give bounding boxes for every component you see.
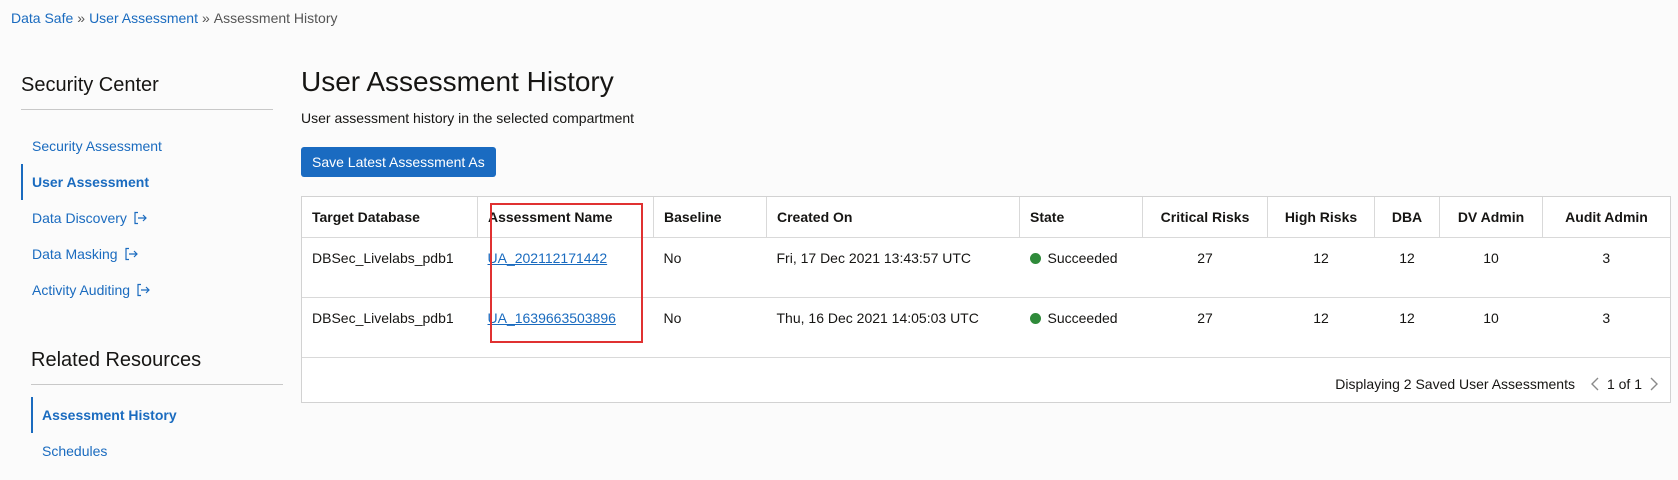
column-header-target-database[interactable]: Target Database xyxy=(302,197,478,238)
cell-dv-admin: 10 xyxy=(1439,237,1543,298)
state-label: Succeeded xyxy=(1047,250,1118,266)
cell-state: Succeeded xyxy=(1019,237,1143,298)
cell-dba: 12 xyxy=(1374,297,1440,358)
sidebar-item-security-assessment[interactable]: Security Assessment xyxy=(21,128,285,164)
column-header-assessment-name[interactable]: Assessment Name xyxy=(477,197,654,238)
breadcrumb-data-safe[interactable]: Data Safe xyxy=(11,10,73,26)
page-indicator: 1 of 1 xyxy=(1606,376,1642,392)
column-header-baseline[interactable]: Baseline xyxy=(653,197,767,238)
assessment-name-link[interactable]: UA_1639663503896 xyxy=(488,310,616,326)
breadcrumb-separator: » xyxy=(77,10,86,26)
cell-baseline: No xyxy=(653,297,767,358)
column-header-dv-admin[interactable]: DV Admin xyxy=(1439,197,1543,238)
chevron-right-icon[interactable] xyxy=(1648,376,1660,392)
cell-created-on: Thu, 16 Dec 2021 14:05:03 UTC xyxy=(766,297,1020,358)
cell-critical-risks: 27 xyxy=(1142,237,1268,298)
cell-high-risks: 12 xyxy=(1267,237,1375,298)
related-resources: Related Resources Assessment History Sch… xyxy=(31,349,283,469)
cell-assessment-name: UA_202112171442 xyxy=(477,237,654,298)
breadcrumb-separator: » xyxy=(202,10,210,26)
table-row: DBSec_Livelabs_pdb1 UA_1639663503896 No … xyxy=(302,297,1670,358)
related-item-label: Schedules xyxy=(42,443,108,459)
related-item-assessment-history[interactable]: Assessment History xyxy=(31,397,283,433)
cell-target-database: DBSec_Livelabs_pdb1 xyxy=(302,237,478,298)
breadcrumb: Data Safe» User Assessment» Assessment His… xyxy=(11,10,338,26)
column-header-dba[interactable]: DBA xyxy=(1374,197,1440,238)
external-link-icon xyxy=(137,283,150,297)
breadcrumb-user-assessment[interactable]: User Assessment xyxy=(89,10,198,26)
external-link-icon xyxy=(134,211,147,225)
sidebar-heading: Security Center xyxy=(21,74,273,110)
state-label: Succeeded xyxy=(1047,310,1118,326)
column-header-created-on[interactable]: Created On xyxy=(766,197,1020,238)
related-item-label: Assessment History xyxy=(42,407,177,423)
sidebar: Security Center Security Assessment User… xyxy=(21,74,285,308)
cell-target-database: DBSec_Livelabs_pdb1 xyxy=(302,297,478,358)
cell-baseline: No xyxy=(653,237,767,298)
table-footer: Displaying 2 Saved User Assessments 1 of… xyxy=(1335,376,1660,392)
breadcrumb-current: Assessment History xyxy=(213,10,338,26)
cell-audit-admin: 3 xyxy=(1542,237,1670,298)
status-success-icon xyxy=(1029,253,1041,264)
sidebar-list: Security Assessment User Assessment Data… xyxy=(21,128,285,308)
table-row: DBSec_Livelabs_pdb1 UA_202112171442 No F… xyxy=(302,237,1670,298)
cell-audit-admin: 3 xyxy=(1542,297,1670,358)
status-success-icon xyxy=(1029,313,1041,324)
sidebar-item-data-masking[interactable]: Data Masking xyxy=(21,236,285,272)
related-heading: Related Resources xyxy=(31,349,283,385)
sidebar-item-user-assessment[interactable]: User Assessment xyxy=(21,164,285,200)
related-item-schedules[interactable]: Schedules xyxy=(31,433,283,469)
cell-assessment-name: UA_1639663503896 xyxy=(477,297,654,358)
main-content: User Assessment History User assessment … xyxy=(301,66,1671,403)
save-latest-assessment-button[interactable]: Save Latest Assessment As xyxy=(301,147,496,177)
page-description: User assessment history in the selected … xyxy=(301,110,635,126)
column-header-state[interactable]: State xyxy=(1019,197,1143,238)
column-header-critical-risks[interactable]: Critical Risks xyxy=(1142,197,1268,238)
sidebar-item-data-discovery[interactable]: Data Discovery xyxy=(21,200,285,236)
column-header-audit-admin[interactable]: Audit Admin xyxy=(1542,197,1670,238)
sidebar-item-label: User Assessment xyxy=(32,174,149,190)
sidebar-item-label: Data Discovery xyxy=(32,210,127,226)
sidebar-item-label: Data Masking xyxy=(32,246,118,262)
assessment-history-table: Target Database Assessment Name Baseline… xyxy=(301,196,1671,403)
sidebar-item-label: Activity Auditing xyxy=(32,282,131,298)
sidebar-item-activity-auditing[interactable]: Activity Auditing xyxy=(21,272,285,308)
column-header-high-risks[interactable]: High Risks xyxy=(1267,197,1375,238)
data-table: Target Database Assessment Name Baseline… xyxy=(302,197,1670,358)
chevron-left-icon[interactable] xyxy=(1589,376,1601,392)
sidebar-item-label: Security Assessment xyxy=(32,138,162,154)
cell-high-risks: 12 xyxy=(1267,297,1375,358)
cell-critical-risks: 27 xyxy=(1142,297,1268,358)
table-header-row: Target Database Assessment Name Baseline… xyxy=(302,197,1670,238)
external-link-icon xyxy=(124,247,138,261)
cell-dba: 12 xyxy=(1374,237,1440,298)
cell-dv-admin: 10 xyxy=(1439,297,1543,358)
assessment-name-link[interactable]: UA_202112171442 xyxy=(488,250,608,266)
related-list: Assessment History Schedules xyxy=(31,397,283,469)
cell-state: Succeeded xyxy=(1019,297,1143,358)
results-count: Displaying 2 Saved User Assessments xyxy=(1335,376,1575,392)
page-title: User Assessment History xyxy=(301,66,614,97)
cell-created-on: Fri, 17 Dec 2021 13:43:57 UTC xyxy=(766,237,1020,298)
pagination: 1 of 1 xyxy=(1589,376,1660,392)
